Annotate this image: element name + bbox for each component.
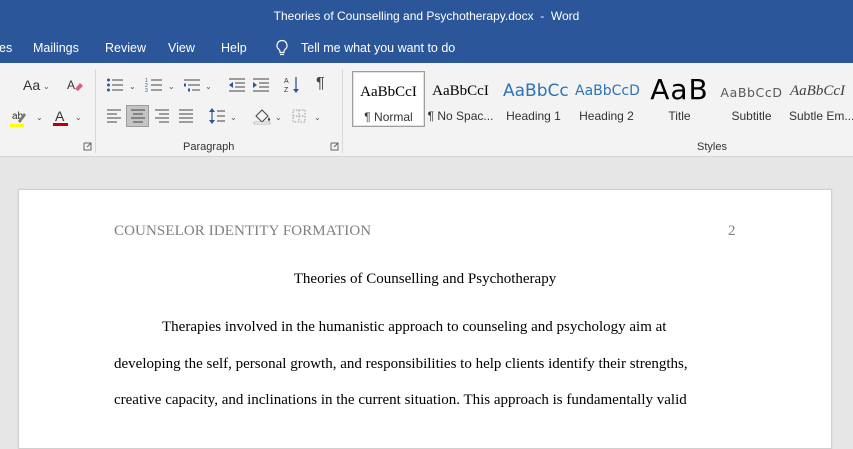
paragraph-line: developing the self, personal growth, an… — [114, 356, 688, 372]
sort-icon[interactable]: A Z — [284, 75, 300, 95]
chevron-down-icon[interactable]: ⌄ — [205, 82, 212, 91]
style-preview: AaBbCcI — [432, 83, 489, 99]
style-preview: AaBbCcI — [360, 84, 417, 100]
numbering-icon[interactable]: 1 2 3 — [145, 77, 163, 93]
styles-group-label: Styles — [697, 141, 727, 153]
chevron-down-icon[interactable]: ⌄ — [43, 82, 50, 91]
style-name: Subtitle — [731, 109, 772, 123]
tell-me-search[interactable]: Tell me what you want to do — [301, 41, 455, 55]
align-center-button[interactable] — [126, 105, 149, 127]
style-name: Heading 2 — [579, 109, 634, 123]
document-title: Theories of Counselling and Psychotherap… — [293, 271, 557, 287]
tab-review[interactable]: Review — [105, 41, 146, 55]
justify-icon[interactable] — [178, 109, 194, 123]
style-title[interactable]: AaB Title — [643, 71, 716, 127]
line-spacing-icon[interactable] — [208, 107, 226, 125]
style-name: ¶ Normal — [364, 110, 413, 124]
title-bar: Theories of Counselling and Psychotherap… — [0, 0, 853, 33]
style-preview: AaBbCc — [503, 81, 569, 101]
shading-icon[interactable] — [253, 107, 273, 125]
page-number: 2 — [728, 223, 736, 239]
tab-mailings[interactable]: Mailings — [33, 41, 79, 55]
style-subtitle[interactable]: AaBbCcD Subtitle — [715, 71, 788, 127]
style-preview: AaBbCcD — [720, 85, 783, 100]
svg-text:A: A — [67, 78, 75, 92]
font-color-icon[interactable]: A — [52, 108, 70, 128]
align-center-icon — [131, 109, 145, 123]
multilevel-list-icon[interactable] — [183, 77, 201, 93]
increase-indent-icon[interactable] — [252, 77, 270, 93]
style-heading-2[interactable]: AaBbCcD Heading 2 — [570, 71, 643, 127]
window-title: Theories of Counselling and Psychotherap… — [273, 9, 580, 23]
lightbulb-icon[interactable] — [274, 39, 290, 57]
svg-text:A: A — [284, 78, 289, 85]
chevron-down-icon[interactable]: ⌄ — [129, 82, 136, 91]
chevron-down-icon[interactable]: ⌄ — [36, 113, 43, 122]
paragraph-line: creative capacity, and inclinations in t… — [114, 392, 687, 408]
svg-text:Z: Z — [284, 87, 289, 94]
svg-text:3: 3 — [145, 88, 148, 93]
style-name: Subtle Em... — [789, 109, 853, 123]
running-header: COUNSELOR IDENTITY FORMATION — [114, 223, 372, 239]
paragraph-dialog-launcher-icon[interactable] — [330, 142, 339, 151]
document-page[interactable]: COUNSELOR IDENTITY FORMATION 2 Theories … — [18, 189, 832, 449]
chevron-down-icon[interactable]: ⌄ — [230, 113, 237, 122]
paragraph-group-label: Paragraph — [183, 141, 235, 153]
chevron-down-icon[interactable]: ⌄ — [314, 113, 321, 122]
style-subtle-emphasis[interactable]: AaBbCcI Subtle Em... — [787, 71, 853, 127]
ribbon-tabs: es Mailings Review View Help Tell me wha… — [0, 33, 853, 63]
style-name: Title — [668, 109, 691, 123]
style-normal[interactable]: AaBbCcI ¶ Normal — [352, 71, 425, 127]
style-preview: AaBbCcD — [575, 83, 640, 99]
svg-text:A: A — [55, 108, 65, 124]
show-formatting-marks-button[interactable]: ¶ — [316, 75, 325, 93]
style-preview: AaB — [650, 73, 709, 106]
clear-formatting-icon[interactable]: A — [66, 77, 84, 93]
group-separator — [95, 69, 96, 153]
bullets-icon[interactable] — [106, 77, 124, 93]
style-name: Heading 1 — [506, 109, 561, 123]
borders-icon[interactable] — [292, 109, 306, 123]
style-preview: AaBbCcI — [790, 83, 845, 99]
chevron-down-icon[interactable]: ⌄ — [275, 113, 282, 122]
decrease-indent-icon[interactable] — [228, 77, 246, 93]
tab-help[interactable]: Help — [221, 41, 247, 55]
paragraph-line: Therapies involved in the humanistic app… — [162, 319, 667, 335]
ribbon: Aa ⌄ A ab ⌄ A ⌄ ⌄ 1 2 3 ⌄ ⌄ A Z ¶ ⌄ ⌄ ⌄ … — [0, 63, 853, 157]
align-right-icon[interactable] — [154, 109, 170, 123]
tab-view[interactable]: View — [168, 41, 195, 55]
group-separator — [342, 69, 343, 153]
change-case-button[interactable]: Aa — [23, 77, 40, 93]
style-heading-1[interactable]: AaBbCc Heading 1 — [497, 71, 570, 127]
style-name: ¶ No Spac... — [427, 109, 494, 123]
document-canvas[interactable]: COUNSELOR IDENTITY FORMATION 2 Theories … — [0, 158, 853, 449]
align-left-icon[interactable] — [106, 109, 122, 123]
chevron-down-icon[interactable]: ⌄ — [168, 82, 175, 91]
font-dialog-launcher-icon[interactable] — [83, 142, 92, 151]
highlight-icon[interactable]: ab — [10, 108, 30, 128]
style-no-spacing[interactable]: AaBbCcI ¶ No Spac... — [424, 71, 497, 127]
tab-references-partial[interactable]: es — [0, 41, 12, 55]
styles-gallery: AaBbCcI ¶ Normal AaBbCcI ¶ No Spac... Aa… — [349, 71, 853, 131]
chevron-down-icon[interactable]: ⌄ — [75, 113, 82, 122]
